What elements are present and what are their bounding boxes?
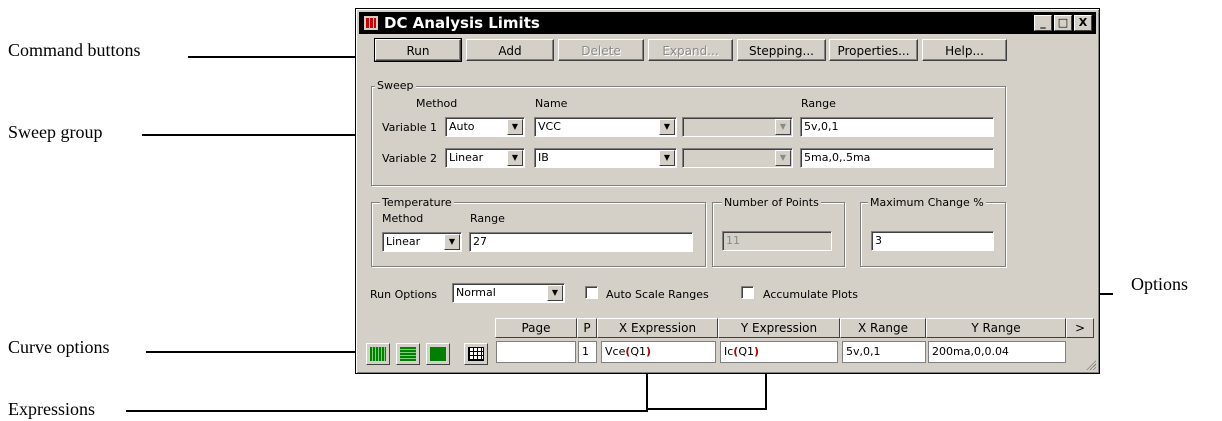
- variable2-method-select[interactable]: Linear ▼: [445, 148, 525, 168]
- resize-grip-icon[interactable]: [1085, 359, 1096, 370]
- curve-option-1[interactable]: [366, 343, 390, 365]
- vertical-lines-icon: [370, 347, 386, 361]
- callout-sweep-group: Sweep group: [8, 122, 103, 142]
- variable1-method-select[interactable]: Auto ▼: [445, 117, 525, 137]
- variable2-extra-select[interactable]: ▼: [682, 148, 793, 168]
- cell-x-expression[interactable]: Vce(Q1): [601, 341, 716, 363]
- variable2-name-value: IB: [538, 151, 549, 164]
- chevron-down-icon[interactable]: ▼: [775, 119, 791, 135]
- col-header-x-range[interactable]: X Range: [840, 318, 926, 338]
- variable2-method-value: Linear: [449, 151, 484, 164]
- callout-options: Options: [1131, 274, 1189, 294]
- col-header-more[interactable]: >: [1066, 318, 1094, 338]
- variable1-label: Variable 1: [382, 121, 438, 134]
- run-options-label: Run Options: [370, 288, 438, 301]
- temperature-group-label: Temperature: [380, 196, 454, 209]
- chevron-down-icon[interactable]: ▼: [444, 234, 460, 250]
- curve-option-2[interactable]: [396, 343, 420, 365]
- curve-option-3[interactable]: [426, 343, 450, 365]
- x-expression-arg: Q1: [630, 345, 647, 358]
- temperature-method-label: Method: [382, 212, 424, 225]
- solid-fill-icon: [430, 347, 446, 361]
- run-options-value: Normal: [456, 286, 496, 299]
- horizontal-lines-icon: [400, 347, 416, 361]
- accumulate-label: Accumulate Plots: [763, 288, 858, 301]
- max-change-group-label: Maximum Change %: [868, 196, 986, 209]
- run-options-select[interactable]: Normal ▼: [452, 283, 565, 303]
- cell-p[interactable]: 1: [578, 341, 597, 363]
- points-input[interactable]: 11: [722, 231, 832, 251]
- callout-line-sweep: [142, 134, 368, 136]
- properties-button[interactable]: Properties...: [829, 39, 918, 61]
- x-expression-close-paren: ): [646, 345, 652, 358]
- run-button[interactable]: Run: [374, 38, 462, 62]
- grid-icon: [468, 347, 484, 361]
- variable1-name-select[interactable]: VCC ▼: [534, 117, 677, 137]
- curve-option-4[interactable]: [464, 343, 488, 365]
- title-bar[interactable]: DC Analysis Limits _ □ X: [359, 12, 1096, 34]
- variable1-name-value: VCC: [538, 120, 561, 133]
- cell-x-range[interactable]: 5v,0,1: [842, 341, 926, 363]
- temperature-method-select[interactable]: Linear ▼: [382, 232, 462, 252]
- temperature-range-label: Range: [470, 212, 505, 225]
- app-icon: [364, 16, 378, 30]
- cell-y-expression[interactable]: Ic(Q1): [720, 341, 838, 363]
- chevron-down-icon[interactable]: ▼: [659, 119, 675, 135]
- minimize-button[interactable]: _: [1034, 15, 1052, 31]
- auto-scale-label: Auto Scale Ranges: [606, 288, 709, 301]
- variable2-range-input[interactable]: 5ma,0,.5ma: [800, 148, 994, 168]
- accumulate-checkbox[interactable]: [741, 286, 754, 299]
- temperature-range-input[interactable]: 27: [469, 232, 693, 252]
- callout-expressions: Expressions: [8, 399, 95, 419]
- col-header-y-range[interactable]: Y Range: [926, 318, 1066, 338]
- name-header: Name: [535, 97, 568, 110]
- close-button[interactable]: X: [1074, 15, 1092, 31]
- callout-line-expr-h2: [646, 408, 767, 410]
- method-header: Method: [416, 97, 458, 110]
- callout-line-command: [188, 56, 368, 58]
- chevron-down-icon[interactable]: ▼: [547, 285, 563, 301]
- callout-command-buttons: Command buttons: [8, 40, 141, 60]
- variable1-extra-select[interactable]: ▼: [682, 117, 793, 137]
- chevron-down-icon[interactable]: ▼: [775, 150, 791, 166]
- col-header-page[interactable]: Page: [495, 318, 577, 338]
- range-header: Range: [801, 97, 836, 110]
- window-title: DC Analysis Limits: [384, 14, 540, 32]
- variable2-label: Variable 2: [382, 152, 438, 165]
- auto-scale-checkbox[interactable]: [585, 286, 598, 299]
- sweep-group-label: Sweep: [375, 79, 416, 92]
- callout-curve-options: Curve options: [8, 337, 110, 357]
- col-header-x-expression[interactable]: X Expression: [597, 318, 718, 338]
- cell-y-range[interactable]: 200ma,0,0.04: [928, 341, 1066, 363]
- stepping-button[interactable]: Stepping...: [737, 39, 826, 61]
- expand-button[interactable]: Expand...: [648, 39, 733, 61]
- variable1-range-input[interactable]: 5v,0,1: [800, 117, 994, 137]
- chevron-down-icon[interactable]: ▼: [507, 119, 523, 135]
- callout-line-curve: [146, 351, 359, 353]
- col-header-y-expression[interactable]: Y Expression: [718, 318, 840, 338]
- help-button[interactable]: Help...: [922, 39, 1007, 61]
- points-group-label: Number of Points: [722, 196, 821, 209]
- chevron-down-icon[interactable]: ▼: [659, 150, 675, 166]
- y-expression-arg: Q1: [738, 345, 754, 358]
- variable2-name-select[interactable]: IB ▼: [534, 148, 677, 168]
- add-button[interactable]: Add: [466, 39, 554, 61]
- cell-page[interactable]: [496, 341, 576, 363]
- maximize-button[interactable]: □: [1054, 15, 1072, 31]
- x-expression-func: Vce: [605, 345, 626, 358]
- y-expression-func: Ic: [724, 345, 734, 358]
- callout-line-expr-h: [126, 410, 647, 412]
- variable1-method-value: Auto: [449, 120, 475, 133]
- chevron-down-icon[interactable]: ▼: [507, 150, 523, 166]
- y-expression-close-paren: ): [754, 345, 760, 358]
- max-change-input[interactable]: 3: [871, 231, 994, 251]
- col-header-p[interactable]: P: [577, 318, 597, 338]
- temperature-method-value: Linear: [386, 235, 421, 248]
- delete-button[interactable]: Delete: [558, 39, 644, 61]
